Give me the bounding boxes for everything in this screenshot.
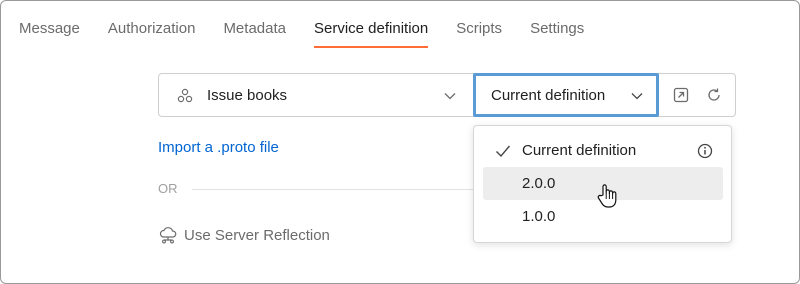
or-label: OR (158, 181, 178, 196)
tab-service-definition[interactable]: Service definition (313, 20, 429, 50)
info-icon[interactable] (697, 143, 713, 159)
hand-pointer-cursor-icon (597, 184, 617, 208)
divider-line (192, 189, 482, 190)
or-divider: OR (158, 181, 482, 199)
chevron-down-icon (631, 93, 643, 100)
check-icon (496, 145, 511, 158)
service-nodes-icon (177, 88, 193, 103)
service-definition-bar: Issue books Current definition (158, 73, 736, 117)
open-external-icon[interactable] (672, 86, 690, 104)
use-server-reflection-button[interactable]: Use Server Reflection (158, 226, 330, 244)
definition-version-select[interactable]: Current definition (473, 73, 659, 117)
definition-select-label: Current definition (491, 87, 606, 104)
service-definition-panel: Message Authorization Metadata Service d… (0, 0, 800, 284)
tab-settings[interactable]: Settings (530, 20, 584, 50)
tab-authorization[interactable]: Authorization (108, 20, 196, 50)
menu-item-label: Current definition (522, 142, 637, 159)
import-proto-link[interactable]: Import a .proto file (158, 139, 279, 156)
chevron-down-icon (444, 93, 456, 100)
use-server-reflection-label: Use Server Reflection (184, 226, 330, 244)
tab-bar: Message Authorization Metadata Service d… (19, 20, 612, 50)
service-select[interactable]: Issue books (159, 74, 473, 116)
refresh-icon[interactable] (705, 86, 723, 104)
cloud-network-icon (159, 227, 177, 244)
menu-item-label: 2.0.0 (522, 175, 556, 192)
menu-item-label: 1.0.0 (522, 208, 556, 225)
tab-message[interactable]: Message (19, 20, 80, 50)
tab-scripts[interactable]: Scripts (456, 20, 502, 50)
menu-item-current-definition[interactable]: Current definition (483, 134, 723, 167)
service-select-label: Issue books (207, 87, 288, 104)
tab-metadata[interactable]: Metadata (223, 20, 286, 50)
